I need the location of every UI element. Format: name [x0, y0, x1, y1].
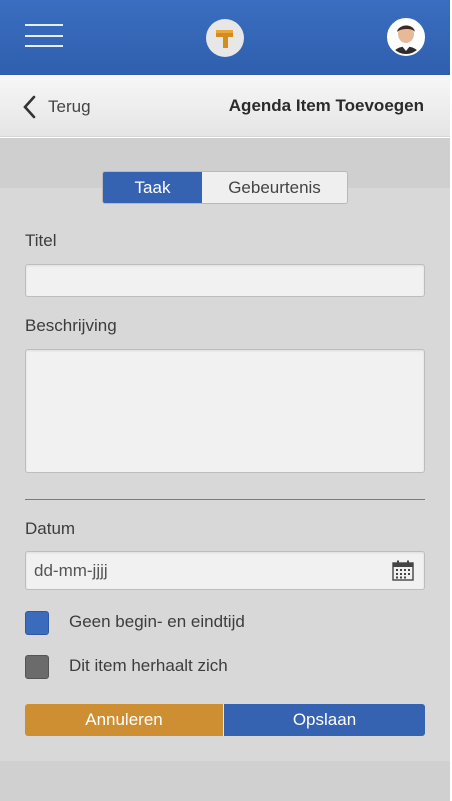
hamburger-menu-icon[interactable]	[25, 24, 63, 48]
segment-gebeurtenis[interactable]: Gebeurtenis	[202, 172, 347, 203]
user-avatar-icon[interactable]	[387, 18, 425, 56]
repeat-checkbox[interactable]	[25, 655, 49, 679]
back-button[interactable]: Terug	[22, 94, 91, 120]
chevron-left-icon	[23, 95, 36, 119]
save-button[interactable]: Opslaan	[224, 704, 425, 736]
calendar-icon[interactable]	[392, 560, 414, 581]
title-input[interactable]	[25, 264, 425, 297]
sub-header: Terug Agenda Item Toevoegen	[0, 75, 450, 137]
app-logo-icon[interactable]	[206, 19, 244, 57]
no-time-checkbox[interactable]	[25, 611, 49, 635]
date-input[interactable]: dd-mm-jjjj	[25, 551, 425, 590]
date-placeholder: dd-mm-jjjj	[34, 561, 108, 580]
divider	[25, 499, 425, 500]
action-buttons: Annuleren Opslaan	[25, 704, 425, 736]
title-label: Titel	[25, 231, 57, 250]
back-label: Terug	[48, 97, 91, 116]
page-title: Agenda Item Toevoegen	[228, 96, 424, 115]
date-label: Datum	[25, 519, 76, 538]
cancel-button[interactable]: Annuleren	[25, 704, 224, 736]
repeat-label: Dit item herhaalt zich	[69, 656, 228, 675]
no-time-label: Geen begin- en eindtijd	[69, 612, 245, 631]
type-segmented-control: Taak Gebeurtenis	[102, 171, 348, 204]
app-header	[0, 0, 450, 75]
description-label: Beschrijving	[25, 316, 117, 335]
description-textarea[interactable]	[25, 349, 425, 473]
segment-taak[interactable]: Taak	[103, 172, 202, 203]
footer-strip	[0, 761, 450, 801]
